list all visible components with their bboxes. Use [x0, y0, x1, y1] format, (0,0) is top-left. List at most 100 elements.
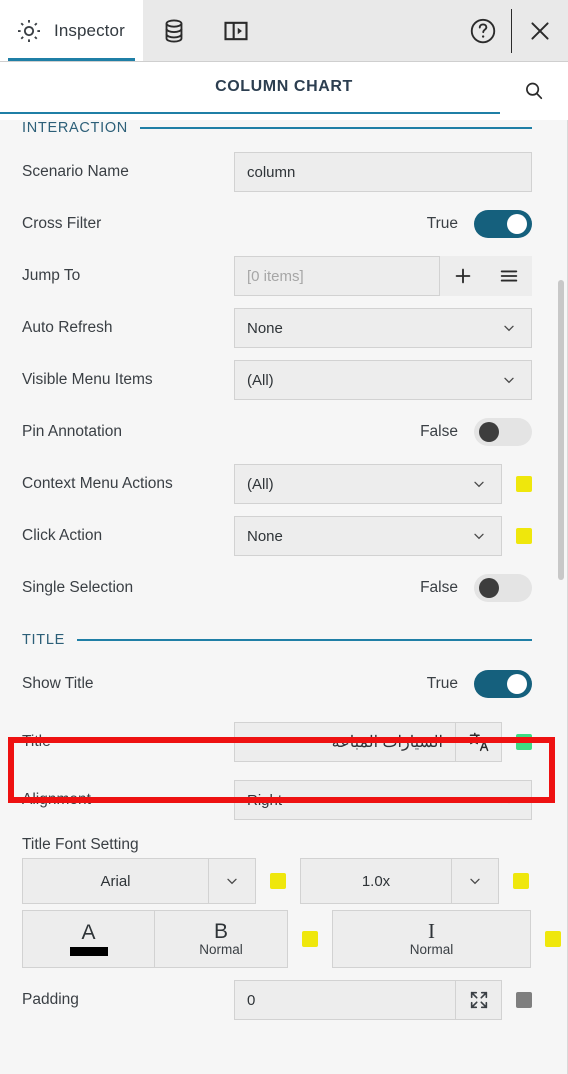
context-menu-actions-select[interactable]: (All) [234, 464, 502, 504]
group-header-title: TITLE [0, 622, 554, 658]
row-visible-menu-items: Visible Menu Items (All) [0, 354, 554, 406]
panel-toggle-icon [222, 17, 250, 45]
chevron-down-icon [224, 873, 240, 889]
row-show-title: Show Title True [0, 658, 554, 710]
font-family-binding-swatch[interactable] [270, 873, 286, 889]
row-single-selection: Single Selection False [0, 562, 554, 614]
jump-to-placeholder: [0 items] [247, 267, 304, 285]
font-family-select[interactable]: Arial [22, 858, 209, 904]
font-color-glyph: A [81, 921, 96, 944]
show-title-toggle[interactable] [474, 670, 532, 698]
padding-input[interactable]: 0 [234, 980, 456, 1020]
font-size-dropdown-button[interactable] [452, 858, 499, 904]
label-cross-filter: Cross Filter [22, 215, 102, 232]
label-show-title: Show Title [22, 675, 94, 692]
toggle-knob [479, 578, 499, 598]
close-button[interactable] [512, 0, 568, 61]
alignment-value: Right [247, 791, 283, 809]
title-input[interactable]: السيارات المباعة [234, 722, 456, 762]
label-auto-refresh: Auto Refresh [22, 319, 113, 336]
tab-panel-toggle[interactable] [205, 0, 267, 61]
jump-to-menu-button[interactable] [486, 256, 532, 296]
row-title: Title السيارات المباعة [0, 710, 554, 774]
scenario-name-input[interactable]: column [234, 152, 532, 192]
search-button[interactable] [522, 79, 546, 103]
plus-icon [452, 265, 474, 287]
single-selection-toggle[interactable] [474, 574, 532, 602]
jump-to-add-button[interactable] [440, 256, 486, 296]
row-cross-filter: Cross Filter True [0, 198, 554, 250]
search-icon [522, 79, 546, 103]
visible-menu-items-value: (All) [247, 371, 274, 389]
title-binding-swatch[interactable] [516, 734, 532, 750]
tab-data[interactable] [143, 0, 205, 61]
title-translate-button[interactable] [456, 722, 502, 762]
tab-bar-actions [455, 0, 568, 61]
chevron-down-icon [471, 528, 491, 544]
label-jump-to: Jump To [22, 267, 81, 284]
row-context-menu-actions: Context Menu Actions (All) [0, 458, 554, 510]
group-header-interaction-label: INTERACTION [22, 120, 128, 136]
row-auto-refresh: Auto Refresh None [0, 302, 554, 354]
chevron-down-icon [471, 476, 491, 492]
chevron-down-icon [467, 873, 483, 889]
click-action-select[interactable]: None [234, 516, 502, 556]
jump-to-input[interactable]: [0 items] [234, 256, 440, 296]
row-pin-annotation: Pin Annotation False [0, 406, 554, 458]
chevron-down-icon [501, 372, 521, 388]
row-scenario-name: Scenario Name column [0, 146, 554, 198]
font-italic-button[interactable]: I Normal [332, 910, 531, 968]
row-click-action: Click Action None [0, 510, 554, 562]
auto-refresh-value: None [247, 319, 283, 337]
click-action-value: None [247, 527, 283, 545]
row-padding: Padding 0 [0, 974, 554, 1026]
auto-refresh-select[interactable]: None [234, 308, 532, 348]
font-family-dropdown-button[interactable] [209, 858, 256, 904]
font-italic-glyph: I [428, 919, 435, 943]
properties-list: INTERACTION Scenario Name column Cross F… [0, 120, 561, 1026]
font-color-swatch-bar [69, 947, 108, 956]
row-alignment: Alignment Right [0, 774, 554, 826]
pin-annotation-value: False [420, 423, 458, 440]
database-icon [160, 17, 188, 45]
group-header-title-label: TITLE [22, 632, 65, 648]
font-bold-button[interactable]: B Normal [155, 910, 288, 968]
help-button[interactable] [455, 0, 511, 61]
font-color-button[interactable]: A [22, 910, 155, 968]
group-header-title-line [76, 639, 532, 641]
tab-inspector[interactable]: Inspector [0, 0, 143, 61]
font-italic-value: Normal [409, 942, 454, 957]
padding-binding-swatch[interactable] [516, 992, 532, 1008]
pin-annotation-toggle[interactable] [474, 418, 532, 446]
visible-menu-items-select[interactable]: (All) [234, 360, 532, 400]
cross-filter-toggle[interactable] [474, 210, 532, 238]
label-pin-annotation: Pin Annotation [22, 423, 122, 440]
label-title-font-setting: Title Font Setting [22, 836, 139, 853]
context-menu-actions-value: (All) [247, 475, 274, 493]
font-italic-binding-swatch[interactable] [545, 931, 561, 947]
label-context-menu-actions: Context Menu Actions [22, 475, 173, 492]
toggle-knob [507, 214, 527, 234]
hamburger-menu-icon [498, 265, 520, 287]
chevron-down-icon [501, 320, 521, 336]
panel-title-underline [0, 112, 500, 114]
toggle-knob [507, 674, 527, 694]
expand-icon [468, 989, 490, 1011]
group-header-interaction: INTERACTION [0, 120, 554, 146]
font-size-binding-swatch[interactable] [513, 873, 529, 889]
properties-scroll-area[interactable]: INTERACTION Scenario Name column Cross F… [0, 120, 568, 1074]
panel-header: COLUMN CHART [0, 62, 568, 120]
click-action-binding-swatch[interactable] [516, 528, 532, 544]
label-alignment: Alignment [22, 791, 91, 808]
translate-icon [467, 730, 491, 754]
padding-expand-button[interactable] [456, 980, 502, 1020]
vertical-scrollbar[interactable] [558, 280, 564, 580]
context-menu-actions-binding-swatch[interactable] [516, 476, 532, 492]
font-size-select[interactable]: 1.0x [300, 858, 452, 904]
tab-bar-spacer [267, 0, 455, 61]
help-circle-icon [468, 16, 498, 46]
font-bold-binding-swatch[interactable] [302, 931, 318, 947]
cross-filter-value: True [426, 215, 458, 232]
alignment-select[interactable]: Right [234, 780, 532, 820]
label-scenario-name: Scenario Name [22, 163, 129, 180]
